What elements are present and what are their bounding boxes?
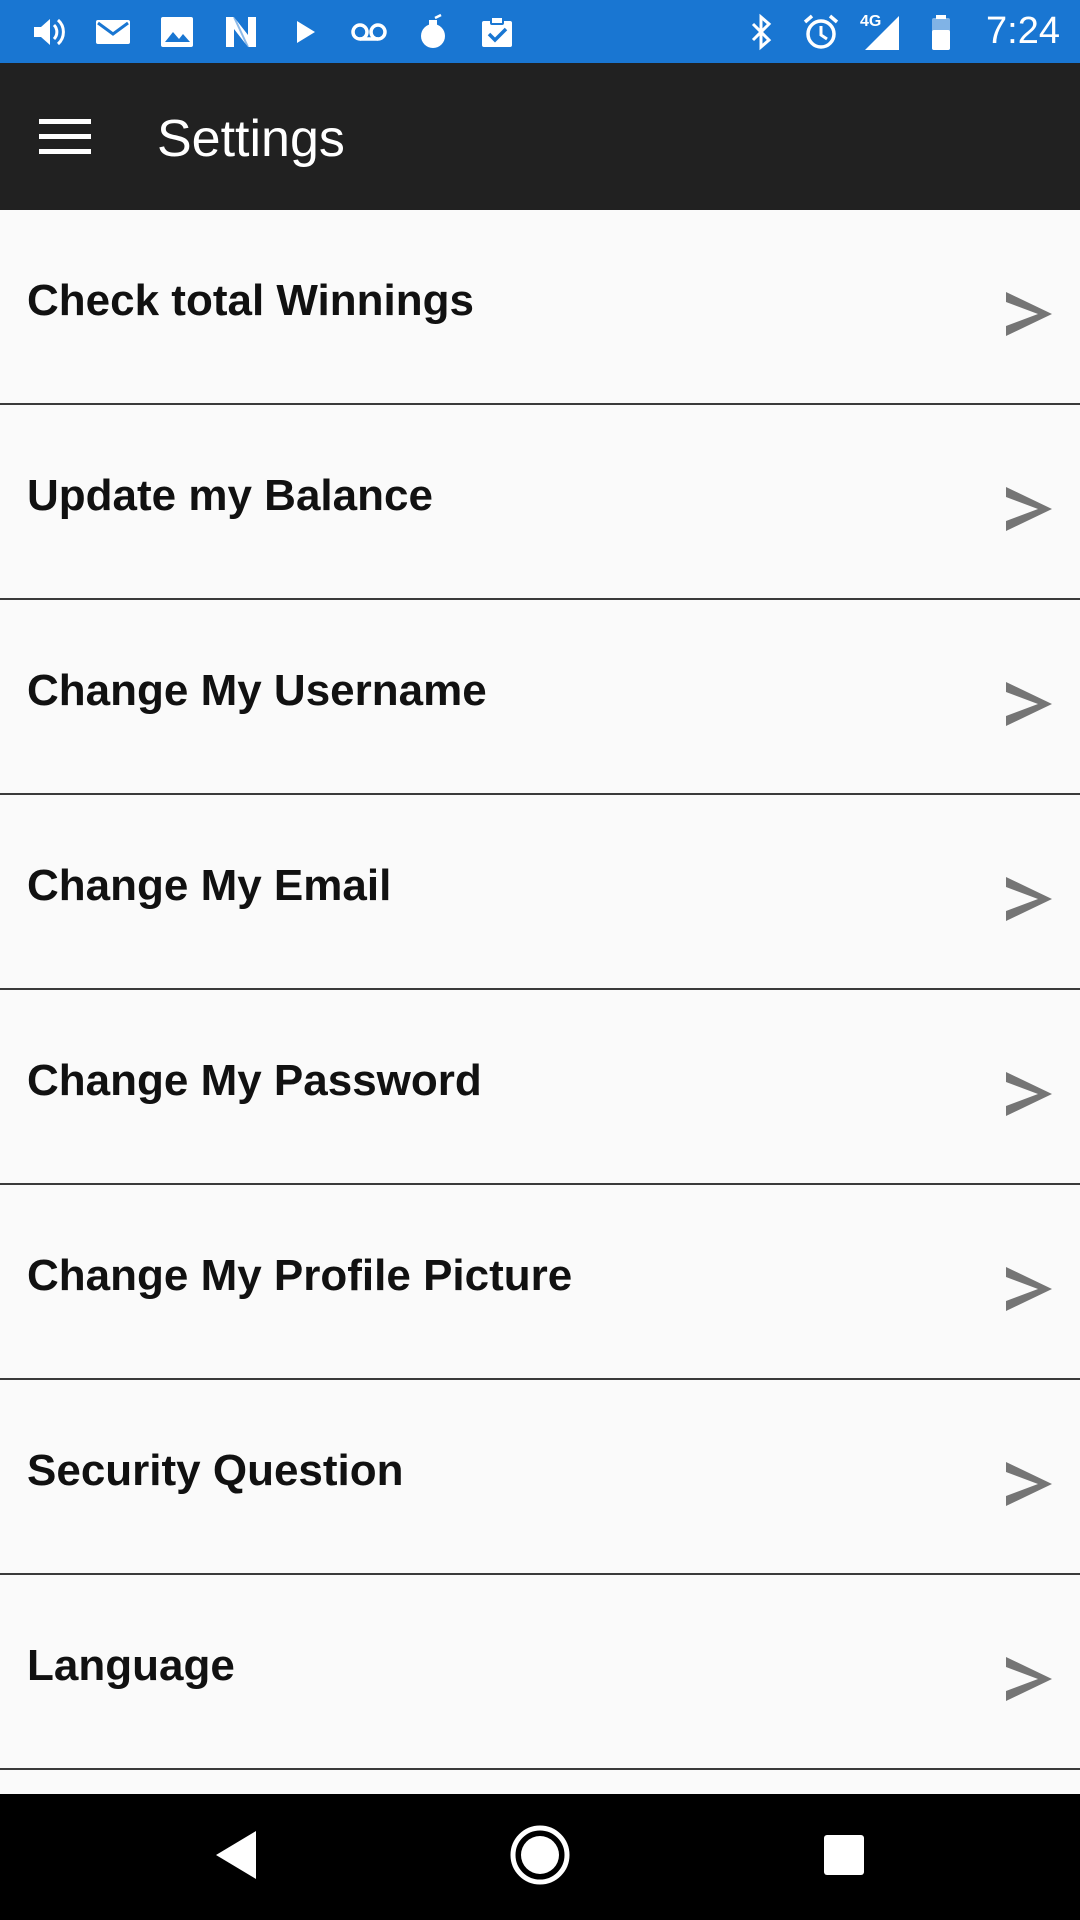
settings-item-check-total-winnings[interactable]: Check total Winnings bbox=[0, 210, 1080, 405]
n-app-icon bbox=[220, 11, 262, 53]
settings-item-update-my-balance[interactable]: Update my Balance bbox=[0, 405, 1080, 600]
menu-button[interactable] bbox=[30, 103, 100, 173]
settings-item-label: Change My Password bbox=[27, 1056, 482, 1105]
settings-item-change-my-username[interactable]: Change My Username bbox=[0, 600, 1080, 795]
play-icon bbox=[284, 11, 326, 53]
back-button[interactable] bbox=[196, 1817, 276, 1897]
mail-icon bbox=[92, 11, 134, 53]
volume-icon bbox=[28, 11, 70, 53]
system-status-icons: 4G 7:24 bbox=[740, 0, 1060, 63]
status-bar: 4G 7:24 bbox=[0, 0, 1080, 63]
alarm-icon bbox=[800, 11, 842, 53]
settings-item-change-my-password[interactable]: Change My Password bbox=[0, 990, 1080, 1185]
clipboard-check-icon bbox=[476, 11, 518, 53]
navigation-bar bbox=[0, 1794, 1080, 1920]
image-icon bbox=[156, 11, 198, 53]
chevron-right-icon bbox=[1004, 1458, 1054, 1510]
settings-item-label: Change My Username bbox=[27, 666, 487, 715]
settings-item-label: Change My Profile Picture bbox=[27, 1251, 573, 1300]
voicemail-icon bbox=[348, 11, 390, 53]
home-button[interactable] bbox=[500, 1817, 580, 1897]
back-icon bbox=[196, 1815, 276, 1900]
chevron-right-icon bbox=[1004, 1068, 1054, 1120]
settings-item-label: Language bbox=[27, 1641, 235, 1690]
chevron-right-icon bbox=[1004, 288, 1054, 340]
chevron-right-icon bbox=[1004, 483, 1054, 535]
grenade-icon bbox=[412, 11, 454, 53]
battery-icon bbox=[920, 11, 962, 53]
chevron-right-icon bbox=[1004, 678, 1054, 730]
page-title: Settings bbox=[157, 110, 345, 168]
settings-item-label: Update my Balance bbox=[27, 471, 433, 520]
settings-item-label: Check total Winnings bbox=[27, 276, 474, 325]
notification-icons bbox=[28, 0, 518, 63]
settings-item-label: Security Question bbox=[27, 1446, 404, 1495]
settings-list: Check total Winnings Update my Balance C… bbox=[0, 210, 1080, 1770]
settings-item-language[interactable]: Language bbox=[0, 1575, 1080, 1770]
app-bar: Settings bbox=[0, 63, 1080, 210]
signal-icon: 4G bbox=[860, 11, 902, 53]
chevron-right-icon bbox=[1004, 1653, 1054, 1705]
recents-button[interactable] bbox=[804, 1817, 884, 1897]
bluetooth-icon bbox=[740, 11, 782, 53]
chevron-right-icon bbox=[1004, 1263, 1054, 1315]
hamburger-menu-icon bbox=[39, 116, 91, 161]
status-clock: 7:24 bbox=[986, 10, 1060, 52]
settings-item-security-question[interactable]: Security Question bbox=[0, 1380, 1080, 1575]
settings-item-change-my-email[interactable]: Change My Email bbox=[0, 795, 1080, 990]
settings-item-label: Change My Email bbox=[27, 861, 392, 910]
home-icon bbox=[500, 1815, 580, 1900]
network-type-label: 4G bbox=[860, 12, 882, 30]
chevron-right-icon bbox=[1004, 873, 1054, 925]
settings-item-change-my-profile-picture[interactable]: Change My Profile Picture bbox=[0, 1185, 1080, 1380]
recents-icon bbox=[804, 1815, 884, 1900]
